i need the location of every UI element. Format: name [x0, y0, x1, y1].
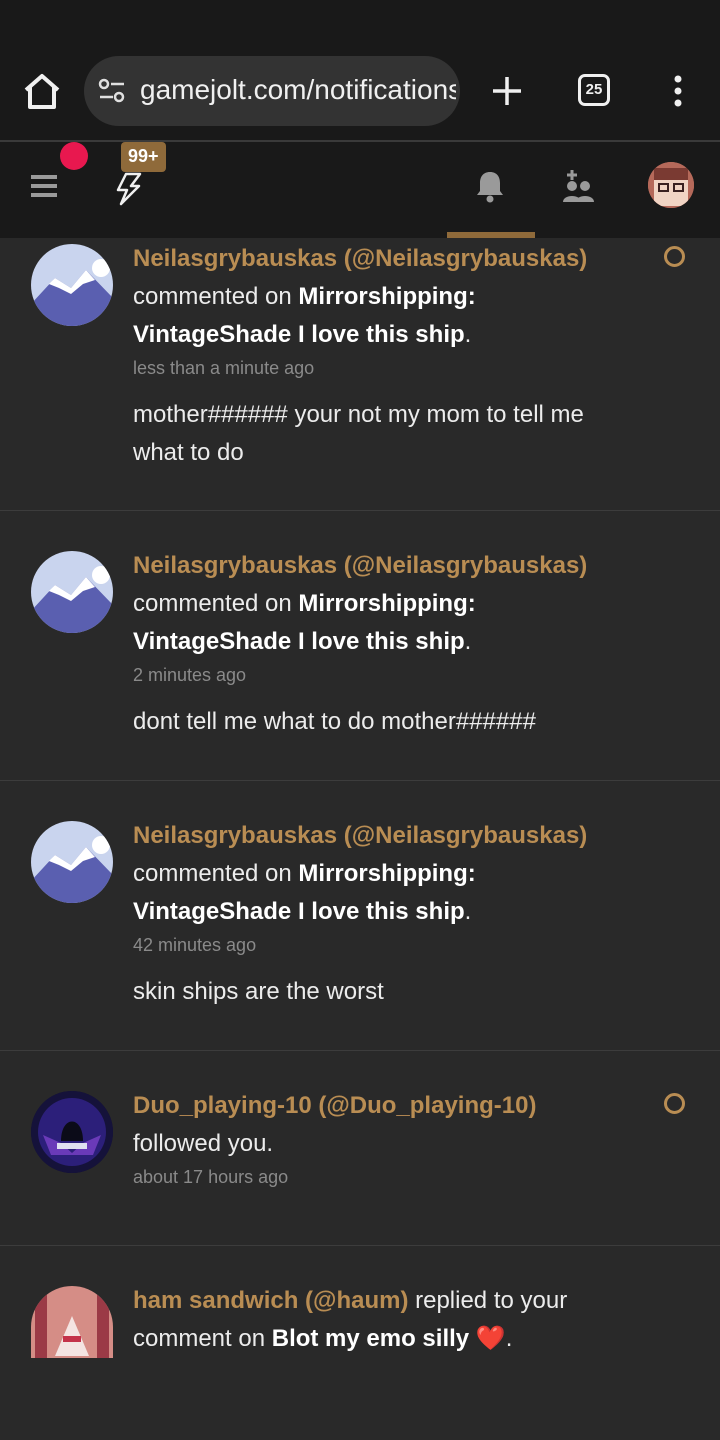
notification-item[interactable]: ham sandwich (@haum) replied to your com… [0, 1246, 720, 1440]
avatar[interactable] [31, 244, 113, 326]
status-bar [0, 0, 720, 44]
comment-text: dont tell me what to do mother###### [133, 708, 536, 735]
hamburger-menu-icon[interactable] [30, 172, 58, 200]
avatar[interactable] [31, 551, 113, 633]
author-link[interactable]: ham sandwich (@haum) [133, 1287, 408, 1314]
notification-body: Neilasgrybauskas (@Neilasgrybauskas) com… [133, 547, 633, 741]
home-icon[interactable] [20, 72, 64, 112]
target-link[interactable]: Blot my emo silly [272, 1325, 469, 1352]
notification-body: Neilasgrybauskas (@Neilasgrybauskas) com… [133, 240, 633, 472]
notification-body: Neilasgrybauskas (@Neilasgrybauskas) com… [133, 817, 633, 1011]
notification-author-line: Duo_playing-10 (@Duo_playing-10) [133, 1087, 633, 1125]
notification-item[interactable]: Neilasgrybauskas (@Neilasgrybauskas) com… [0, 511, 720, 781]
notification-text: ham sandwich (@haum) replied to your com… [133, 1287, 568, 1352]
user-avatar[interactable] [648, 162, 694, 208]
notification-text: Neilasgrybauskas (@Neilasgrybauskas) com… [133, 552, 588, 655]
notification-item[interactable]: Neilasgrybauskas (@Neilasgrybauskas) com… [0, 781, 720, 1051]
comment-text: mother###### your not my mom to tell me … [133, 401, 584, 466]
timestamp: less than a minute ago [133, 358, 315, 378]
notification-item[interactable]: Neilasgrybauskas (@Neilasgrybauskas) com… [0, 238, 720, 511]
unread-indicator[interactable] [664, 246, 685, 267]
unread-indicator[interactable] [664, 1093, 685, 1114]
timestamp: 42 minutes ago [133, 935, 257, 955]
avatar[interactable] [31, 821, 113, 903]
bell-icon[interactable] [472, 168, 508, 204]
address-bar[interactable]: gamejolt.com/notifications [84, 56, 460, 126]
notification-text: Neilasgrybauskas (@Neilasgrybauskas) com… [133, 822, 588, 925]
avatar[interactable] [31, 1091, 113, 1173]
friend-requests-icon[interactable] [560, 168, 596, 204]
browser-toolbar: gamejolt.com/notifications 25 [0, 44, 720, 142]
avatar[interactable] [31, 1286, 113, 1358]
author-link[interactable]: Neilasgrybauskas (@Neilasgrybauskas) [133, 822, 587, 849]
notification-text: followed you. [133, 1130, 274, 1157]
timestamp: 2 minutes ago [133, 665, 247, 685]
author-link[interactable]: Duo_playing-10 (@Duo_playing-10) [133, 1092, 536, 1119]
tab-switcher-button[interactable]: 25 [578, 74, 610, 106]
site-settings-icon[interactable] [98, 78, 126, 104]
more-menu-icon[interactable] [668, 74, 688, 108]
notification-body: ham sandwich (@haum) replied to your com… [133, 1282, 633, 1358]
activity-bolt-icon[interactable] [112, 172, 146, 206]
notification-dot [60, 142, 88, 170]
activity-count-badge: 99+ [121, 142, 166, 172]
url-text[interactable]: gamejolt.com/notifications [140, 74, 456, 106]
notification-item[interactable]: Duo_playing-10 (@Duo_playing-10) followe… [0, 1051, 720, 1246]
notification-list: Neilasgrybauskas (@Neilasgrybauskas) com… [0, 238, 720, 1440]
app-header: 99+ [0, 142, 720, 238]
notification-text: Neilasgrybauskas (@Neilasgrybauskas) com… [133, 245, 588, 348]
comment-text: skin ships are the worst [133, 978, 384, 1005]
new-tab-icon[interactable] [490, 74, 524, 108]
author-link[interactable]: Neilasgrybauskas (@Neilasgrybauskas) [133, 552, 587, 579]
author-link[interactable]: Neilasgrybauskas (@Neilasgrybauskas) [133, 245, 587, 272]
timestamp: about 17 hours ago [133, 1167, 289, 1187]
notification-body: Duo_playing-10 (@Duo_playing-10) followe… [133, 1087, 633, 1191]
heart-emoji: ❤️ [475, 1325, 506, 1352]
